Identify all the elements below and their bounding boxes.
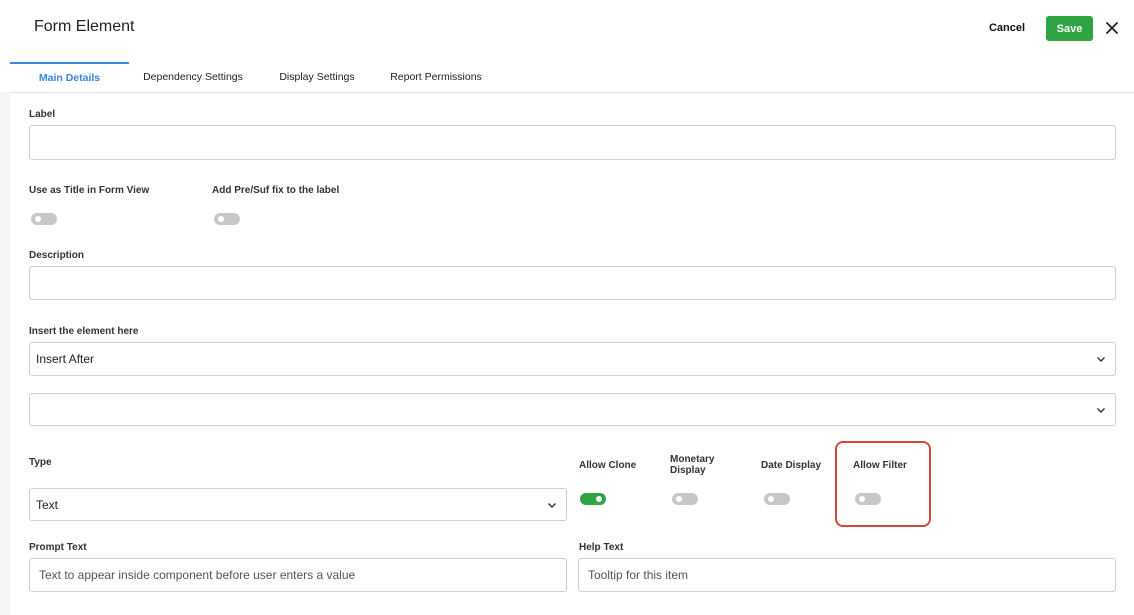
tab-main-details[interactable]: Main Details	[10, 62, 129, 92]
description-input[interactable]	[30, 267, 1115, 299]
monetary-display-label: Monetary Display	[670, 454, 715, 476]
label-input[interactable]	[30, 126, 1115, 159]
chevron-down-icon	[1097, 407, 1105, 413]
save-button[interactable]: Save	[1046, 16, 1093, 41]
use-as-title-label: Use as Title in Form View	[29, 185, 150, 196]
insert-label: Insert the element here	[29, 326, 139, 337]
toggle-knob	[768, 496, 774, 502]
tab-dependency-settings[interactable]: Dependency Settings	[132, 62, 254, 92]
label-field-label: Label	[29, 109, 56, 120]
toggle-knob	[218, 216, 224, 222]
tab-bar: Main Details Dependency Settings Display…	[0, 58, 1134, 92]
help-text-box	[578, 558, 1116, 592]
insert-position-value: Insert After	[36, 352, 95, 366]
close-icon[interactable]	[1102, 18, 1122, 38]
modal-header: Form Element Cancel Save	[0, 0, 1134, 58]
chevron-down-icon	[1097, 357, 1105, 362]
description-input-box	[29, 266, 1116, 300]
toggle-knob	[596, 496, 602, 502]
type-label: Type	[29, 457, 52, 468]
toggle-knob	[676, 496, 682, 502]
page-title: Form Element	[34, 18, 135, 35]
monetary-display-toggle[interactable]	[672, 493, 698, 505]
use-as-title-toggle[interactable]	[31, 213, 57, 225]
prompt-text-label: Prompt Text	[29, 542, 87, 553]
label-input-box	[29, 125, 1116, 160]
type-value: Text	[36, 497, 59, 512]
allow-clone-label: Allow Clone	[579, 460, 637, 471]
insert-position-select[interactable]: Insert After	[29, 342, 1116, 376]
date-display-toggle[interactable]	[764, 493, 790, 505]
cancel-button[interactable]: Cancel	[977, 17, 1037, 39]
allow-filter-highlight	[835, 441, 931, 527]
add-prefix-toggle[interactable]	[214, 213, 240, 225]
add-prefix-label: Add Pre/Suf fix to the label	[212, 185, 340, 196]
help-text-input[interactable]	[579, 559, 1115, 591]
insert-target-select[interactable]	[29, 393, 1116, 426]
date-display-label: Date Display	[761, 460, 822, 471]
type-select[interactable]: Text	[29, 488, 567, 521]
tab-display-settings[interactable]: Display Settings	[268, 62, 366, 92]
chevron-down-icon	[548, 502, 556, 508]
allow-clone-toggle[interactable]	[580, 493, 606, 505]
prompt-text-input[interactable]	[30, 559, 566, 591]
prompt-text-box	[29, 558, 567, 592]
toggle-knob	[35, 216, 41, 222]
description-label: Description	[29, 250, 85, 261]
tab-report-permissions[interactable]: Report Permissions	[380, 62, 492, 92]
help-text-label: Help Text	[579, 542, 624, 553]
